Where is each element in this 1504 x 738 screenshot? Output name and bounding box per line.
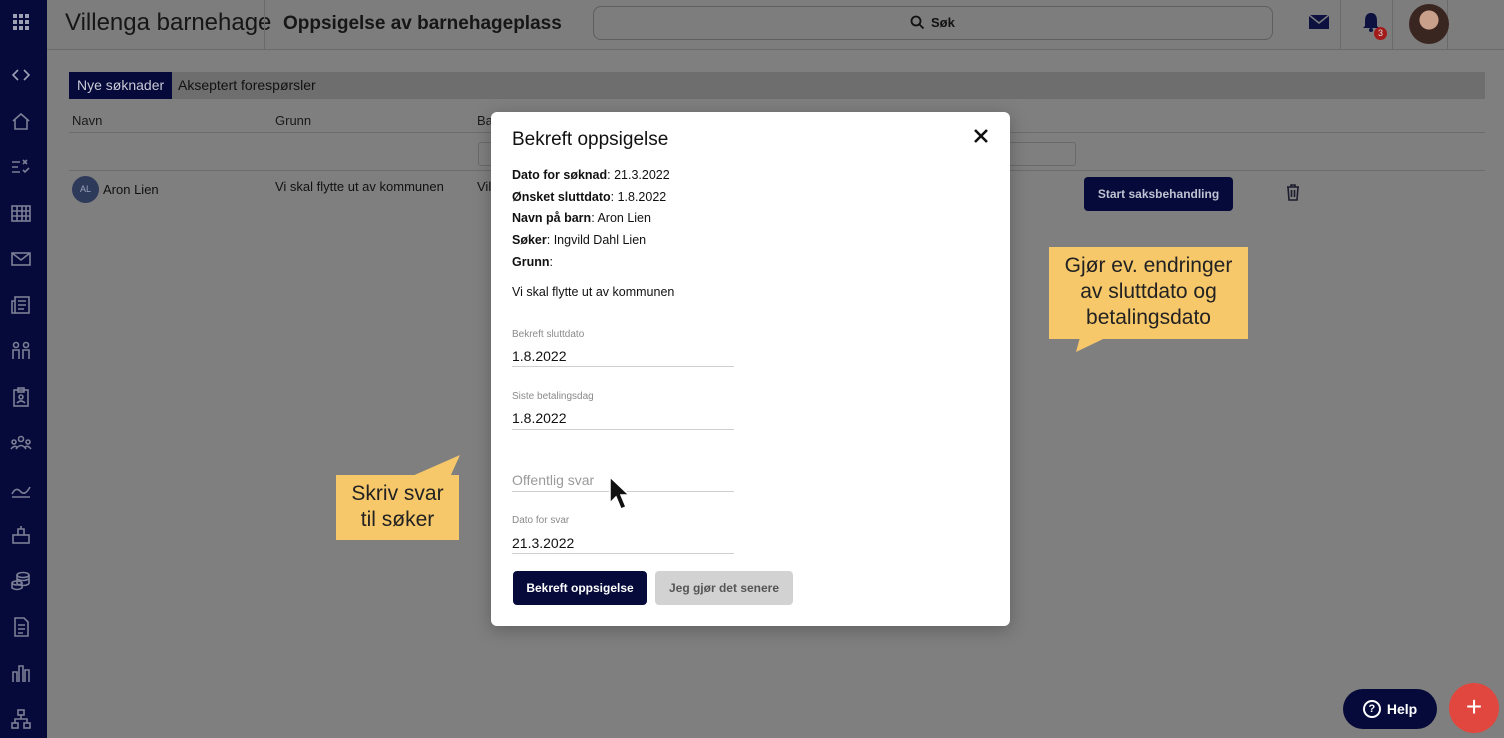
- info-reason: Grunn:: [512, 255, 553, 269]
- row-name: Aron Lien: [103, 182, 159, 197]
- confirm-termination-dialog: Bekreft oppsigelse Dato for søknad: 21.3…: [491, 112, 1010, 626]
- divider: [264, 0, 265, 50]
- code-icon[interactable]: [10, 64, 32, 86]
- question-icon: ?: [1362, 700, 1381, 718]
- calendar-icon[interactable]: [10, 202, 32, 224]
- avatar: AL: [72, 176, 99, 203]
- search-input[interactable]: Søk: [593, 6, 1273, 40]
- search-label: Søk: [931, 15, 955, 30]
- org-icon[interactable]: [10, 708, 32, 730]
- info-child-name: Navn på barn: Aron Lien: [512, 211, 651, 225]
- callout-line: til søker: [360, 508, 435, 531]
- callout-line: Gjør ev. endringer: [1064, 254, 1233, 277]
- tasks-icon[interactable]: [10, 156, 32, 178]
- confirm-termination-button[interactable]: Bekreft oppsigelse: [513, 571, 647, 605]
- divider: [1340, 0, 1341, 50]
- home-icon[interactable]: [10, 110, 32, 132]
- callout-line: Skriv svar: [351, 482, 444, 505]
- search-icon: [910, 15, 925, 30]
- field-underline: [512, 366, 734, 367]
- field-underline: [512, 553, 734, 554]
- page-title: Oppsigelse av barnehageplass: [283, 13, 562, 34]
- tab-new-applications[interactable]: Nye søknader: [69, 72, 173, 99]
- tab-bar: Nye søknader Akseptert forespørsler: [69, 72, 1485, 99]
- last-payment-field[interactable]: 1.8.2022: [512, 410, 567, 426]
- end-date-field[interactable]: 1.8.2022: [512, 348, 567, 364]
- row-child-cell: Vil: [477, 179, 492, 194]
- info-application-date: Dato for søknad: 21.3.2022: [512, 168, 670, 182]
- notification-badge: 3: [1374, 27, 1387, 40]
- column-header-reason[interactable]: Grunn: [275, 113, 311, 128]
- tab-accepted-requests[interactable]: Akseptert forespørsler: [170, 72, 324, 99]
- envelope-icon[interactable]: [1308, 14, 1330, 30]
- start-processing-button[interactable]: Start saksbehandling: [1084, 177, 1233, 211]
- callout-write-reply: Skriv svar til søker: [336, 475, 459, 540]
- callout-line: av sluttdato og: [1080, 280, 1217, 303]
- sidebar: [0, 0, 47, 738]
- column-header-name[interactable]: Navn: [72, 113, 102, 128]
- help-button[interactable]: ? Help: [1343, 689, 1437, 729]
- mail-icon[interactable]: [10, 248, 32, 270]
- app-title: Villenga barnehage: [65, 9, 272, 36]
- groups-icon[interactable]: [10, 432, 32, 454]
- callout-edit-dates: Gjør ev. endringer av sluttdato og betal…: [1049, 247, 1248, 339]
- apps-icon[interactable]: [10, 11, 32, 33]
- add-button[interactable]: +: [1449, 683, 1499, 733]
- end-date-label: Bekreft sluttdato: [512, 329, 585, 340]
- reply-date-label: Dato for svar: [512, 515, 570, 526]
- callout-line: betalingsdato: [1086, 306, 1211, 329]
- trash-icon[interactable]: [1285, 183, 1301, 201]
- coins-icon[interactable]: [10, 570, 32, 592]
- news-icon[interactable]: [10, 294, 32, 316]
- kindergarten-icon[interactable]: [10, 524, 32, 546]
- reason-text: Vi skal flytte ut av kommunen: [512, 285, 675, 299]
- chart-icon[interactable]: [10, 662, 32, 684]
- help-label: Help: [1386, 701, 1418, 717]
- info-desired-end-date: Ønsket sluttdato: 1.8.2022: [512, 190, 667, 204]
- row-reason: Vi skal flytte ut av kommunen: [275, 179, 444, 194]
- divider: [1392, 0, 1393, 50]
- dialog-title: Bekreft oppsigelse: [512, 129, 669, 150]
- stats-icon[interactable]: [10, 478, 32, 500]
- user-avatar[interactable]: [1409, 4, 1449, 44]
- top-bar: Villenga barnehage Oppsigelse av barneha…: [47, 0, 1504, 50]
- do-later-button[interactable]: Jeg gjør det senere: [655, 571, 793, 605]
- document-icon[interactable]: [10, 616, 32, 638]
- mouse-cursor-icon: [609, 475, 631, 510]
- reply-date-field[interactable]: 21.3.2022: [512, 535, 574, 551]
- field-underline: [512, 429, 734, 430]
- info-applicant: Søker: Ingvild Dahl Lien: [512, 233, 647, 247]
- clipboard-icon[interactable]: [10, 386, 32, 408]
- close-icon[interactable]: [972, 127, 990, 145]
- last-payment-label: Siste betalingsdag: [512, 391, 594, 402]
- children-icon[interactable]: [10, 340, 32, 362]
- public-reply-input[interactable]: Offentlig svar: [512, 472, 594, 488]
